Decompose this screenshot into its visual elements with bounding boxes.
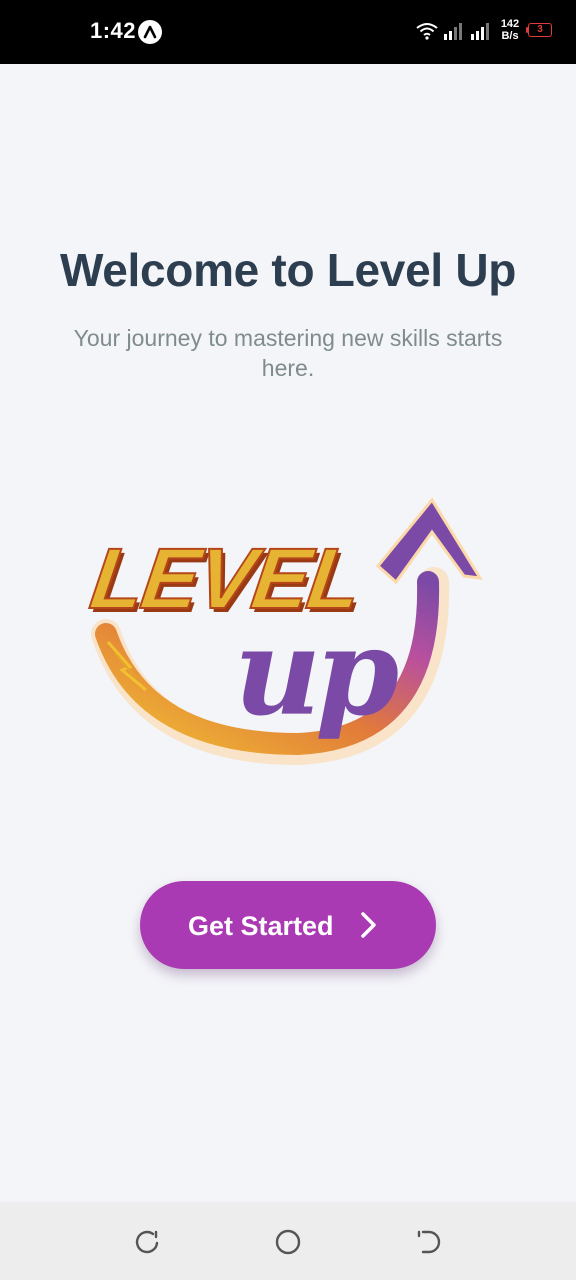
page-subtitle: Your journey to mastering new skills sta…	[73, 325, 503, 381]
network-speed: 142 B/s	[497, 18, 523, 42]
network-speed-value: 142	[500, 18, 520, 30]
status-bar: 1:42 142 B/s 3	[0, 0, 576, 64]
logo-up-text: up	[234, 602, 398, 743]
signal-icon	[443, 22, 465, 45]
get-started-label: Get Started	[188, 911, 334, 941]
status-time: 1:42	[90, 18, 137, 43]
network-speed-unit: B/s	[501, 30, 519, 42]
navigation-bar	[0, 1202, 576, 1280]
chevron-right-icon	[361, 912, 376, 938]
get-started-button[interactable]: Get Started	[140, 881, 436, 969]
signal-icon	[470, 22, 492, 45]
level-up-logo: LEVEL LEVEL up	[84, 497, 483, 766]
battery-level: 3	[537, 24, 543, 35]
home-icon[interactable]	[274, 1228, 302, 1256]
recents-icon[interactable]	[133, 1228, 161, 1256]
a-icon	[138, 20, 162, 44]
back-icon[interactable]	[415, 1228, 443, 1256]
battery-icon: 3	[526, 23, 554, 39]
page-title: Welcome to Level Up	[59, 244, 517, 296]
wifi-icon	[416, 22, 438, 45]
